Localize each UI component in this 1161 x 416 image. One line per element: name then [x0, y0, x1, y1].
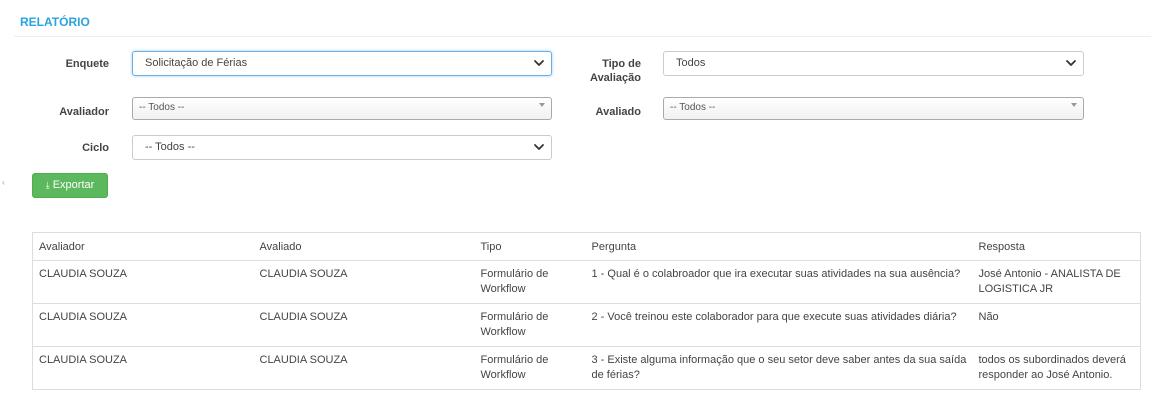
enquete-select[interactable]: Solicitação de Férias — [132, 51, 552, 76]
cell-avaliador: CLAUDIA SOUZA — [32, 346, 254, 390]
table-row: CLAUDIA SOUZA CLAUDIA SOUZA Formulário d… — [32, 260, 1141, 304]
download-icon: ⤓ — [45, 180, 50, 190]
avaliado-select-value: -- Todos -- — [670, 102, 716, 113]
chevron-down-icon — [1066, 60, 1076, 66]
avaliador-label: Avaliador — [59, 106, 109, 118]
tipo-avaliacao-select[interactable]: Todos — [663, 51, 1084, 76]
cell-avaliador: CLAUDIA SOUZA — [32, 260, 254, 304]
column-header-resposta[interactable]: Resposta — [972, 232, 1141, 261]
avaliador-select-value: -- Todos -- — [139, 102, 185, 113]
export-button[interactable]: ⤓ Exportar — [32, 173, 108, 198]
title-divider — [14, 36, 1151, 37]
cell-pergunta: 3 - Existe alguma informação que o seu s… — [585, 346, 973, 390]
cell-avaliado: CLAUDIA SOUZA — [253, 346, 475, 390]
chevron-down-icon — [534, 60, 544, 66]
cell-tipo: Formulário de Workflow — [474, 303, 586, 347]
ciclo-select[interactable]: -- Todos -- — [132, 135, 552, 160]
caret-down-icon — [1071, 103, 1077, 107]
column-header-tipo[interactable]: Tipo — [474, 232, 586, 261]
avaliador-select[interactable]: -- Todos -- — [132, 97, 552, 120]
cell-resposta: Não — [972, 303, 1141, 347]
cell-tipo: Formulário de Workflow — [474, 260, 586, 304]
enquete-select-value: Solicitação de Férias — [145, 57, 248, 69]
cell-tipo: Formulário de Workflow — [474, 346, 586, 390]
cell-avaliado: CLAUDIA SOUZA — [253, 260, 475, 304]
cell-avaliador: CLAUDIA SOUZA — [32, 303, 254, 347]
export-button-label: Exportar — [52, 179, 95, 191]
tipo-avaliacao-label-line2: Avaliação — [590, 72, 641, 84]
column-header-avaliado[interactable]: Avaliado — [253, 232, 475, 261]
table-row: CLAUDIA SOUZA CLAUDIA SOUZA Formulário d… — [32, 303, 1141, 347]
column-header-avaliador[interactable]: Avaliador — [32, 232, 254, 261]
page-title: RELATÓRIO — [20, 15, 90, 29]
results-table: Avaliador Avaliado Tipo Pergunta Respost… — [32, 232, 1141, 390]
tipo-avaliacao-select-value: Todos — [676, 57, 706, 69]
cell-resposta: todos os subordinados deverá responder a… — [972, 346, 1141, 390]
enquete-label: Enquete — [65, 58, 109, 70]
cell-avaliado: CLAUDIA SOUZA — [253, 303, 475, 347]
tipo-avaliacao-label-line1: Tipo de — [602, 58, 641, 70]
avaliado-label: Avaliado — [595, 106, 641, 118]
column-header-pergunta[interactable]: Pergunta — [585, 232, 973, 261]
side-marker: ‹ — [2, 178, 5, 187]
table-row: CLAUDIA SOUZA CLAUDIA SOUZA Formulário d… — [32, 346, 1141, 390]
chevron-down-icon — [534, 144, 544, 150]
tipo-avaliacao-label: Tipo de Avaliação — [570, 57, 641, 85]
ciclo-select-value: -- Todos -- — [145, 141, 195, 153]
cell-pergunta: 2 - Você treinou este colaborador para q… — [585, 303, 973, 347]
table-header-row: Avaliador Avaliado Tipo Pergunta Respost… — [32, 232, 1141, 261]
cell-pergunta: 1 - Qual é o colabroador que ira executa… — [585, 260, 973, 304]
avaliado-select[interactable]: -- Todos -- — [663, 97, 1084, 120]
cell-resposta: José Antonio - ANALISTA DE LOGISTICA JR — [972, 260, 1141, 304]
ciclo-label: Ciclo — [82, 142, 109, 154]
caret-down-icon — [539, 103, 545, 107]
report-page: RELATÓRIO Enquete Solicitação de Férias … — [0, 0, 1161, 416]
